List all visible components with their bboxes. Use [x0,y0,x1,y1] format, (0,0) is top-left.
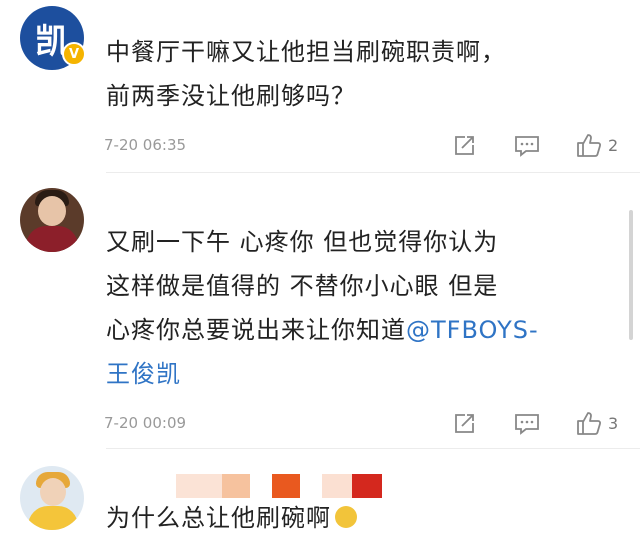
share-button[interactable] [452,412,476,436]
comment-time: 7-20 06:35 [104,136,187,154]
reply-button[interactable] [514,134,540,158]
redacted-username [176,474,392,498]
comment-text: 为什么总让他刷碗啊 [106,496,606,540]
share-icon [455,136,474,155]
mosaic-block [176,474,222,498]
emoji-icon [335,506,357,528]
comment-line: 这样做是值得的 不替你小心眼 但是 [106,272,499,300]
comment-line: 王俊凯 [106,352,606,396]
comment-text: 又刷一下午 心疼你 但也觉得你认为 这样做是值得的 不替你小心眼 但是 心疼你总… [106,220,606,396]
avatar[interactable] [20,188,84,252]
avatar-head [38,196,66,226]
share-button[interactable] [452,134,476,158]
comment-line: 中餐厅干嘛又让他担当刷碗职责啊， [106,38,506,66]
verified-badge-icon: V [62,42,86,66]
mosaic-block [272,474,300,498]
like-button[interactable]: 3 [576,410,618,436]
comment-icon [515,414,539,435]
avatar-head [40,478,66,506]
comment-text: 中餐厅干嘛又让他担当刷碗职责啊， 前两季没让他刷够吗？ [106,30,606,118]
user-mention-link[interactable]: 王俊凯 [106,360,181,388]
mosaic-block [322,474,352,498]
like-count: 3 [608,413,619,433]
avatar[interactable] [20,466,84,530]
scrollbar[interactable] [629,210,633,340]
thumbs-up-icon [577,412,602,435]
divider [106,172,640,173]
comment-line: 为什么总让他刷碗啊 [106,504,331,532]
comment-line-text: 心疼你总要说出来让你知道 [106,316,406,344]
user-mention-link[interactable]: @TFBOYS- [406,316,539,344]
share-icon [455,414,474,433]
comment-time: 7-20 00:09 [104,414,187,432]
mosaic-block [300,474,322,498]
comment-icon [515,136,539,157]
comment-line: 前两季没让他刷够吗？ [106,82,356,110]
mosaic-block [352,474,382,498]
thumbs-up-icon [577,134,602,157]
mosaic-block [222,474,250,498]
comment-line: 又刷一下午 心疼你 但也觉得你认为 [106,228,499,256]
reply-button[interactable] [514,412,540,436]
like-count: 2 [608,135,619,155]
mosaic-block [250,474,272,498]
comment-item: 凯 V 中餐厅干嘛又让他担当刷碗职责啊， 前两季没让他刷够吗？ 7-20 06:… [0,0,640,180]
avatar-body [26,226,78,252]
avatar-body [28,506,78,530]
comment-item: 又刷一下午 心疼你 但也觉得你认为 这样做是值得的 不替你小心眼 但是 心疼你总… [0,180,640,452]
comment-line: 心疼你总要说出来让你知道@TFBOYS- [106,308,606,352]
like-button[interactable]: 2 [576,132,618,158]
divider [106,448,640,449]
